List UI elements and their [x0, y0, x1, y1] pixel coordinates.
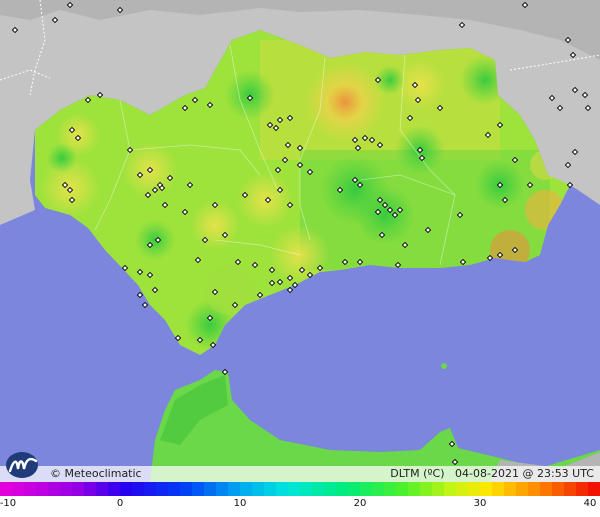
- scale-cell: [360, 482, 373, 496]
- scale-cell: [336, 482, 349, 496]
- scale-cell: [108, 482, 121, 496]
- scale-tick-label: -10: [0, 498, 17, 509]
- scale-cell: [48, 482, 61, 496]
- scale-tick-label: 20: [353, 498, 367, 509]
- scale-cell: [468, 482, 481, 496]
- date-label: 04-08-2021: [455, 467, 519, 480]
- scale-cell: [408, 482, 421, 496]
- scale-cell: [240, 482, 253, 496]
- scale-cell: [312, 482, 325, 496]
- scale-cell: [252, 482, 265, 496]
- scale-cell: [528, 482, 541, 496]
- scale-cell: [168, 482, 181, 496]
- time-label: 23:53 UTC: [536, 467, 594, 480]
- scale-cell: [540, 482, 553, 496]
- scale-cell: [492, 482, 505, 496]
- color-scale-bar: [0, 482, 600, 496]
- scale-cell: [588, 482, 600, 496]
- scale-cell: [300, 482, 313, 496]
- at-sign: @: [522, 467, 534, 480]
- scale-cell: [132, 482, 145, 496]
- scale-cell: [192, 482, 205, 496]
- map-canvas: [0, 0, 600, 482]
- scale-cell: [228, 482, 241, 496]
- scale-tick-label: 0: [116, 498, 124, 509]
- meteoclimatic-logo-icon: [6, 452, 38, 478]
- temperature-map: © Meteoclimatic DLTM (ºC) 04-08-2021 @ 2…: [0, 0, 600, 517]
- scale-cell: [420, 482, 433, 496]
- scale-cell: [432, 482, 445, 496]
- scale-cell: [264, 482, 277, 496]
- map-info: DLTM (ºC) 04-08-2021 @ 23:53 UTC: [390, 467, 594, 480]
- scale-tick-label: 10: [233, 498, 247, 509]
- scale-cell: [576, 482, 589, 496]
- scale-cell: [456, 482, 469, 496]
- scale-cell: [504, 482, 517, 496]
- variable-label: DLTM (ºC): [390, 467, 445, 480]
- scale-cell: [348, 482, 361, 496]
- scale-cell: [156, 482, 169, 496]
- scale-cell: [276, 482, 289, 496]
- scale-cell: [60, 482, 73, 496]
- scale-tick-label: 40: [583, 498, 597, 509]
- scale-cell: [384, 482, 397, 496]
- scale-cell: [36, 482, 49, 496]
- scale-cell: [480, 482, 493, 496]
- scale-cell: [216, 482, 229, 496]
- scale-cell: [72, 482, 85, 496]
- scale-cell: [84, 482, 97, 496]
- scale-cell: [96, 482, 109, 496]
- scale-cell: [144, 482, 157, 496]
- scale-cell: [24, 482, 37, 496]
- scale-cell: [12, 482, 25, 496]
- scale-cell: [288, 482, 301, 496]
- scale-cell: [372, 482, 385, 496]
- scale-cell: [552, 482, 565, 496]
- credit-text: © Meteoclimatic: [50, 467, 142, 480]
- scale-cell: [120, 482, 133, 496]
- color-scale: -10 0 10 20 30 40: [0, 482, 600, 517]
- scale-cell: [516, 482, 529, 496]
- scale-cell: [180, 482, 193, 496]
- scale-cell: [564, 482, 577, 496]
- scale-cell: [324, 482, 337, 496]
- alboran-island: [441, 363, 447, 369]
- scale-cell: [444, 482, 457, 496]
- scale-cell: [0, 482, 13, 496]
- scale-cell: [396, 482, 409, 496]
- scale-cell: [204, 482, 217, 496]
- scale-tick-label: 30: [473, 498, 487, 509]
